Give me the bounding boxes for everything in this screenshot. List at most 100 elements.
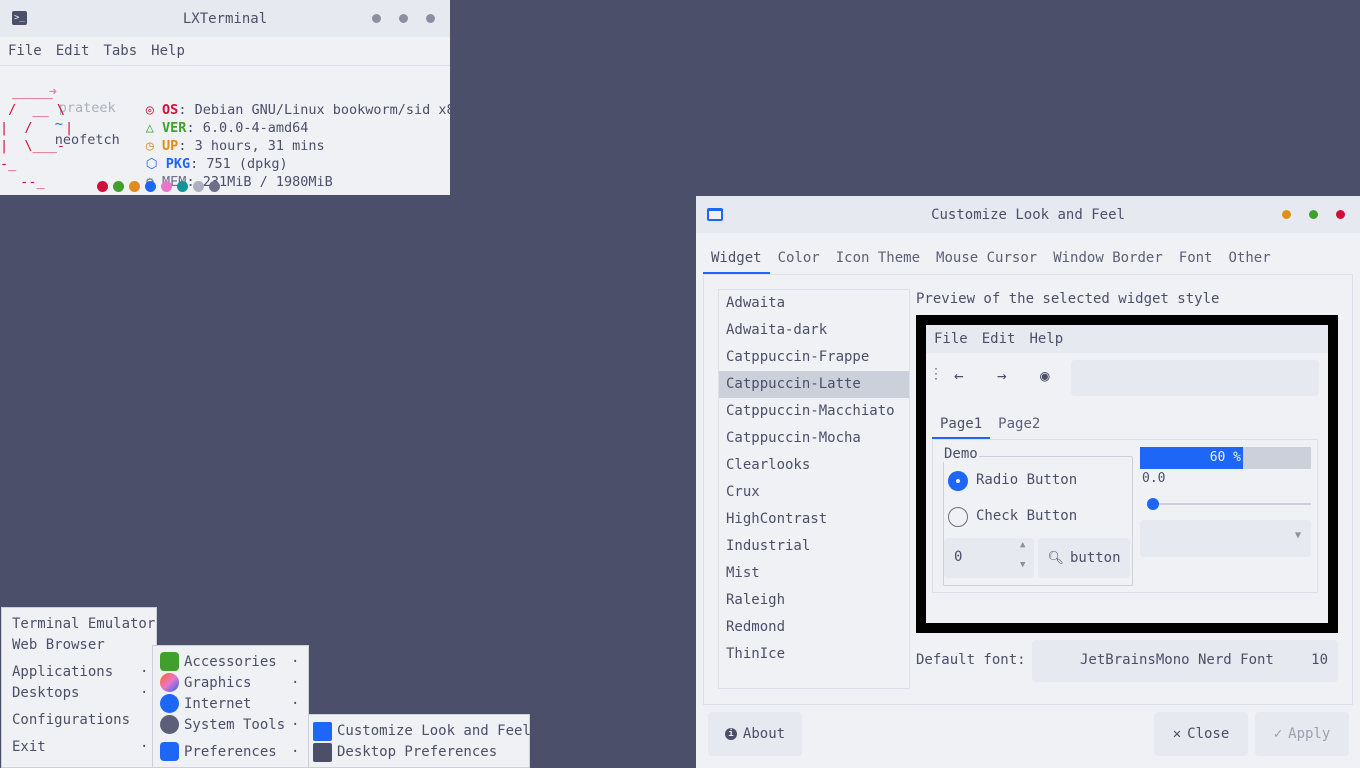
preferences-icon (160, 742, 179, 761)
radio-button[interactable] (948, 471, 968, 491)
preview-menu-help[interactable]: Help (1029, 331, 1063, 347)
terminal-titlebar[interactable]: >_ LXTerminal (0, 0, 450, 37)
tab-font[interactable]: Font (1171, 244, 1221, 274)
close-dialog-button[interactable]: ✕ Close (1154, 712, 1248, 756)
palette-swatch (177, 181, 188, 192)
theme-item[interactable]: Catppuccin-Frappe (719, 344, 909, 371)
dialog-titlebar[interactable]: Customize Look and Feel (696, 196, 1360, 233)
tab-mouse-cursor[interactable]: Mouse Cursor (928, 244, 1045, 274)
dialog-tabs: Widget Color Icon Theme Mouse Cursor Win… (703, 244, 1279, 274)
theme-item[interactable]: HighContrast (719, 506, 909, 533)
submenu-arrow: · (291, 696, 300, 712)
theme-list[interactable]: Adwaita Adwaita-dark Catppuccin-Frappe C… (718, 289, 910, 689)
close-button[interactable] (426, 14, 435, 23)
theme-item[interactable]: ThinIce (719, 641, 909, 668)
demo-button[interactable]: 🔍︎ button (1038, 538, 1130, 578)
tab-color[interactable]: Color (770, 244, 828, 274)
menu-item-desktops[interactable]: Desktops (12, 685, 79, 701)
menu-item-preferences[interactable]: Preferences (184, 744, 277, 760)
apply-button[interactable]: ✓ Apply (1255, 712, 1349, 756)
palette-swatch (161, 181, 172, 192)
menu-item-exit[interactable]: Exit (12, 739, 46, 755)
menu-item-internet[interactable]: Internet (184, 696, 251, 712)
preview-menu-edit[interactable]: Edit (982, 331, 1016, 347)
theme-item[interactable]: Mist (719, 560, 909, 587)
spin-down-icon[interactable]: ▼ (1020, 560, 1025, 570)
menu-file[interactable]: File (8, 43, 42, 59)
menu-item-graphics[interactable]: Graphics (184, 675, 251, 691)
preview-menu-file[interactable]: File (934, 331, 968, 347)
customize-dialog: Customize Look and Feel Widget Color Ico… (696, 196, 1360, 768)
tab-window-border[interactable]: Window Border (1045, 244, 1171, 274)
close-button[interactable] (1336, 210, 1345, 219)
spin-value[interactable]: 0 (954, 549, 962, 565)
progress-text: 60 % (1209, 450, 1241, 465)
menu-item-terminal[interactable]: Terminal Emulator (12, 616, 155, 632)
minimize-button[interactable] (1282, 210, 1291, 219)
menu-tabs[interactable]: Tabs (103, 43, 137, 59)
theme-item[interactable]: Catppuccin-Mocha (719, 425, 909, 452)
back-arrow-icon[interactable]: ← (954, 366, 964, 385)
forward-arrow-icon[interactable]: → (997, 366, 1007, 385)
color-palette (97, 181, 220, 192)
customize-look-icon (313, 722, 332, 741)
theme-item[interactable]: Catppuccin-Macchiato (719, 398, 909, 425)
main-menu: Terminal Emulator Web Browser Applicatio… (1, 607, 157, 768)
font-name: JetBrainsMono Nerd Font (1080, 652, 1274, 668)
maximize-button[interactable] (1309, 210, 1318, 219)
spin-up-icon[interactable]: ▲ (1020, 540, 1025, 550)
scale-slider[interactable] (1147, 498, 1159, 510)
theme-item[interactable]: Raleigh (719, 587, 909, 614)
menu-item-applications[interactable]: Applications (12, 664, 113, 680)
theme-item[interactable]: Crux (719, 479, 909, 506)
theme-item[interactable]: Adwaita-dark (719, 317, 909, 344)
about-label: About (742, 726, 786, 742)
menu-item-accessories[interactable]: Accessories (184, 654, 277, 670)
preview-label: Preview of the selected widget style (916, 291, 1220, 307)
widget-panel: Adwaita Adwaita-dark Catppuccin-Frappe C… (703, 274, 1353, 705)
check-button[interactable] (948, 507, 968, 527)
terminal-output[interactable]: ➜ prateek ~ neofetch _____ / __ \ | / | … (0, 66, 487, 195)
tab-other[interactable]: Other (1220, 244, 1278, 274)
desktop-preferences-icon (313, 743, 332, 762)
theme-item[interactable]: Adwaita (719, 290, 909, 317)
menu-item-customize-look[interactable]: Customize Look and Feel (337, 723, 531, 739)
palette-swatch (97, 181, 108, 192)
maximize-button[interactable] (399, 14, 408, 23)
theme-item[interactable]: Clearlooks (719, 452, 909, 479)
font-button[interactable]: JetBrainsMono Nerd Font 10 (1032, 640, 1338, 682)
minimize-button[interactable] (372, 14, 381, 23)
terminal-icon: >_ (12, 11, 27, 25)
theme-item-selected[interactable]: Catppuccin-Latte (719, 371, 909, 398)
toolbar-entry[interactable] (1071, 360, 1319, 396)
spin-button[interactable]: 0 ▲ ▼ (944, 538, 1034, 578)
combo-box[interactable]: ▼ (1140, 520, 1311, 557)
menu-edit[interactable]: Edit (56, 43, 90, 59)
info-icon: i (724, 728, 737, 740)
check-label: Check Button (976, 508, 1078, 524)
palette-swatch (113, 181, 124, 192)
record-icon[interactable]: ◉ (1040, 366, 1050, 385)
menu-help[interactable]: Help (151, 43, 185, 59)
submenu-arrow: · (291, 675, 300, 691)
menu-item-web-browser[interactable]: Web Browser (12, 637, 105, 653)
accessories-icon (160, 652, 179, 671)
tab-page1[interactable]: Page1 (932, 411, 991, 439)
tab-icon-theme[interactable]: Icon Theme (828, 244, 928, 274)
menu-item-configurations[interactable]: Configurations (12, 712, 130, 728)
tab-widget[interactable]: Widget (703, 244, 770, 274)
tab-page2[interactable]: Page2 (990, 411, 1048, 439)
check-icon: ✓ (1273, 726, 1283, 742)
palette-swatch (129, 181, 140, 192)
scale-trough[interactable] (1147, 503, 1311, 505)
terminal-window: >_ LXTerminal File Edit Tabs Help ➜ prat… (0, 0, 487, 195)
progress-bar: 60 % (1140, 447, 1311, 469)
menu-item-desktop-preferences[interactable]: Desktop Preferences (337, 744, 497, 760)
demo-button-label: button (1069, 550, 1121, 566)
submenu-arrow: · (291, 744, 300, 760)
theme-item[interactable]: Industrial (719, 533, 909, 560)
about-button[interactable]: i About (708, 712, 802, 756)
theme-item[interactable]: Redmond (719, 614, 909, 641)
submenu-arrow: · (291, 654, 300, 670)
menu-item-system-tools[interactable]: System Tools (184, 717, 285, 733)
